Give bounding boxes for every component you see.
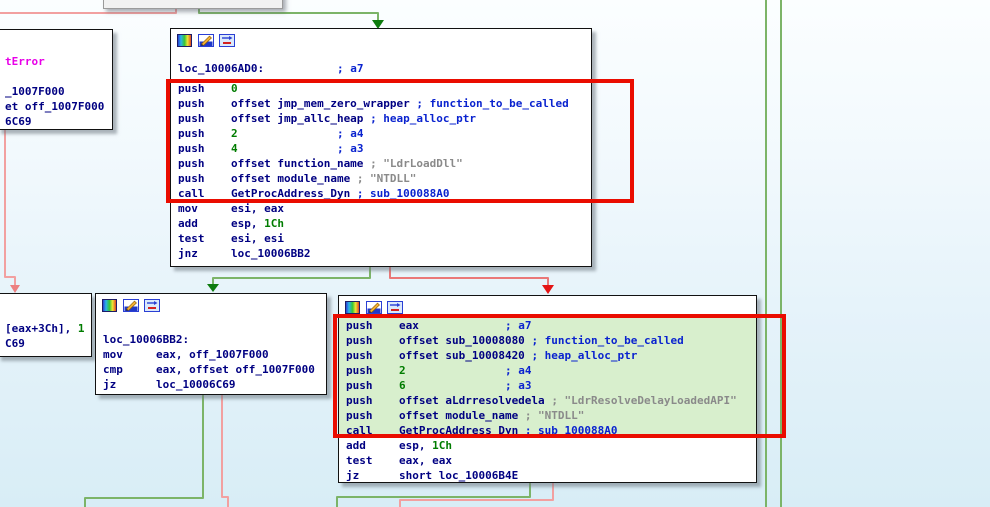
edge-green-mid <box>212 264 371 286</box>
basic-block-loc-10006BB2[interactable]: loc_10006BB2: mov eax, off_1007F000 cmp ea… <box>95 293 327 395</box>
code-line[interactable]: push offset sub_10008420 ; heap_alloc_pt… <box>339 348 756 363</box>
edge-green-bottom-right <box>336 479 531 507</box>
group-node-icon[interactable] <box>144 299 160 312</box>
code-line[interactable]: push offset sub_10008080 ; function_to_b… <box>339 333 756 348</box>
code-line[interactable]: et off_1007F000 <box>0 99 112 114</box>
code-line[interactable]: cmp eax, offset off_1007F000 <box>96 362 326 377</box>
code-line[interactable]: call GetProcAddress_Dyn ; sub_100088A0 <box>339 423 756 438</box>
code-line[interactable]: add esp, 1Ch <box>171 216 591 231</box>
code-listing: [eax+3Ch], 1 C69 <box>0 314 91 351</box>
edge-red-mid <box>389 264 549 287</box>
node-header <box>96 294 326 314</box>
code-listing: loc_10006AD0: ; a7 push 0 push offset jmp_… <box>171 49 591 261</box>
node-header <box>0 30 112 50</box>
code-line[interactable]: tError <box>0 54 112 69</box>
offscreen-node-fragment <box>103 0 283 9</box>
code-line[interactable]: mov esi, eax <box>171 201 591 216</box>
code-line[interactable]: jz short loc_10006B4E <box>339 468 756 482</box>
code-line[interactable]: push 2 ; a4 <box>171 126 591 141</box>
code-line[interactable]: push offset module_name ; "NTDLL" <box>339 408 756 423</box>
arrowhead-pink-left <box>10 285 20 293</box>
node-color-icon[interactable] <box>102 299 118 312</box>
basic-block-left-partial[interactable]: [eax+3Ch], 1 C69 <box>0 293 92 357</box>
code-line[interactable]: call GetProcAddress_Dyn ; sub_100088A0 <box>171 186 591 201</box>
code-line[interactable]: push offset function_name ; "LdrLoadDll" <box>171 156 591 171</box>
code-listing: tError _1007F000 et off_1007F000 6C69 <box>0 50 112 129</box>
edit-node-icon[interactable] <box>366 301 382 314</box>
edge-green-bottom-left <box>84 392 204 507</box>
basic-block-getlasterror-partial[interactable]: tError _1007F000 et off_1007F000 6C69 <box>0 29 113 130</box>
code-line[interactable]: [eax+3Ch], 1 <box>0 321 91 336</box>
code-line[interactable]: push offset module_name ; "NTDLL" <box>171 171 591 186</box>
code-listing: push eax ; a7 push offset sub_10008080 ; … <box>339 316 756 482</box>
edit-node-icon[interactable] <box>198 34 214 47</box>
code-line[interactable]: test eax, eax <box>339 453 756 468</box>
node-color-icon[interactable] <box>177 34 193 47</box>
node-header <box>0 294 91 314</box>
code-line[interactable]: add esp, 1Ch <box>339 438 756 453</box>
code-line[interactable]: jz loc_10006C69 <box>96 377 326 392</box>
code-listing: loc_10006BB2: mov eax, off_1007F000 cmp ea… <box>96 314 326 392</box>
group-node-icon[interactable] <box>219 34 235 47</box>
code-line[interactable]: test esi, esi <box>171 231 591 246</box>
basic-block-ldrresolvedelayloadedapi[interactable]: push eax ; a7 push offset sub_10008080 ; … <box>338 295 757 483</box>
arrowhead-red-mid <box>542 285 554 294</box>
code-line[interactable] <box>0 69 112 84</box>
code-line[interactable]: push offset aLdrresolvedela ; "LdrResolv… <box>339 393 756 408</box>
edge-pink-bottom-left <box>221 392 229 507</box>
code-line[interactable]: push 4 ; a3 <box>171 141 591 156</box>
edge-pink-left <box>4 128 16 287</box>
node-color-icon[interactable] <box>345 301 361 314</box>
node-header <box>339 296 756 316</box>
code-line[interactable]: push 0 <box>171 81 591 96</box>
code-line[interactable]: push offset jmp_allc_heap ; heap_alloc_p… <box>171 111 591 126</box>
code-line[interactable]: C69 <box>0 336 91 351</box>
code-line[interactable]: mov eax, off_1007F000 <box>96 347 326 362</box>
group-node-icon[interactable] <box>387 301 403 314</box>
arrowhead-green-mid <box>207 284 219 292</box>
code-line[interactable]: push eax ; a7 <box>339 318 756 333</box>
disassembly-graph-view[interactable]: tError _1007F000 et off_1007F000 6C69 lo… <box>0 0 990 507</box>
code-line[interactable]: 6C69 <box>0 114 112 129</box>
code-line[interactable]: push offset jmp_mem_zero_wrapper ; funct… <box>171 96 591 111</box>
code-line[interactable]: _1007F000 <box>0 84 112 99</box>
node-header <box>171 29 591 49</box>
basic-block-loc-10006AD0[interactable]: loc_10006AD0: ; a7 push 0 push offset jmp_… <box>170 28 592 267</box>
edit-node-icon[interactable] <box>123 299 139 312</box>
code-line[interactable]: jnz loc_10006BB2 <box>171 246 591 261</box>
code-line[interactable]: push 6 ; a3 <box>339 378 756 393</box>
code-line[interactable]: loc_10006BB2: <box>96 332 326 347</box>
code-line[interactable]: push 2 ; a4 <box>339 363 756 378</box>
code-line[interactable]: loc_10006AD0: ; a7 <box>171 61 591 81</box>
